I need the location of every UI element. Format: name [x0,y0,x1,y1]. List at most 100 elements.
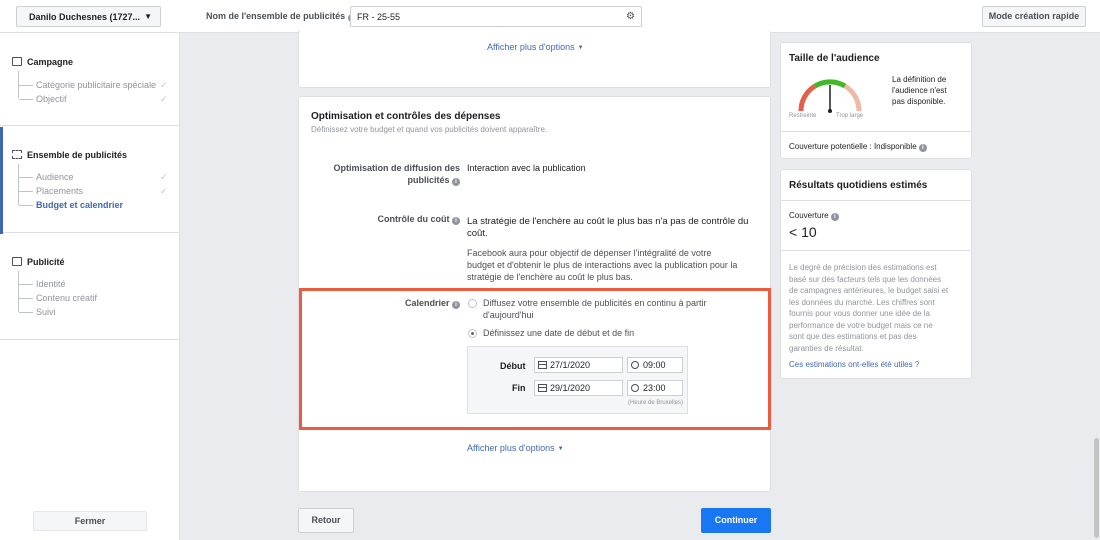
cost-control-description-line: Facebook aura pour objectif de dépenser … [467,248,712,258]
info-icon[interactable]: i [452,178,460,186]
end-date-input[interactable]: 29/1/2020 [534,380,623,396]
end-label: Fin [512,383,526,393]
start-date-value: 27/1/2020 [550,360,591,370]
divider [781,200,971,201]
estimates-note-line: de campagnes antérieures, le budget sais… [789,286,949,295]
end-time-input[interactable]: 23:00 [627,380,683,396]
audience-gauge [798,79,862,113]
coverage-value: < 10 [789,224,817,240]
optimization-label-line: Optimisation de diffusion des [333,163,460,173]
sidebar-item-objective[interactable]: Objectif [19,94,67,104]
info-icon[interactable]: i [452,217,460,225]
sidebar-item-creative[interactable]: Contenu créatif [18,293,97,303]
account-name: Danilo Duchesnes (1727... [29,12,141,22]
audience-description-line: l'audience n'est [892,86,947,95]
caret-down-icon: ▼ [577,45,584,51]
info-icon[interactable]: i [918,144,927,152]
sidebar-item-tracking[interactable]: Suivi [19,307,56,317]
cost-control-label: Contrôle du coût i [310,213,460,225]
quick-creation-button[interactable]: Mode création rapide [982,6,1086,27]
cost-control-description-line: budget et d'obtenir le plus de interacti… [467,260,738,270]
sidebar-item-audience[interactable]: Audience [19,172,74,182]
tree-line [18,164,19,205]
option-continuous-label[interactable]: Diffusez votre ensemble de publicités en… [483,297,706,321]
clock-icon [631,361,639,369]
estimates-note-line: les données du marché. Les chiffres sont [789,297,935,307]
start-time-input[interactable]: 09:00 [627,357,683,373]
option-continuous-line: d'aujourd'hui [483,310,534,320]
option-continuous-line: Diffusez votre ensemble de publicités en… [483,298,707,308]
tree-line [18,271,19,312]
top-bar: Danilo Duchesnes (1727... ▼ Nom de l'ens… [0,0,1100,33]
sidebar-item-budget[interactable]: Budget et calendrier [18,200,123,210]
potential-coverage: Couverture potentielle : Indisponible i [789,141,927,152]
adset-name-label: Nom de l'ensemble de publicités i [206,11,356,22]
active-section-indicator [0,127,3,234]
close-button[interactable]: Fermer [33,511,147,531]
start-time-value: 09:00 [643,360,666,370]
check-icon: ✓ [160,172,168,182]
optimization-label-line: publicités [407,175,450,185]
sidebar-item-placements[interactable]: Placements [18,186,83,196]
estimates-feedback-link[interactable]: Ces estimations ont-elles été utiles ? [789,360,919,369]
ad-icon [12,257,22,266]
schedule-label-text: Calendrier [404,298,450,308]
calendar-icon [538,384,547,392]
check-icon: ✓ [160,80,168,90]
audience-description-line: pas disponible. [892,97,946,106]
sidebar-section-adset: Ensemble de publicités Audience ✓ Placem… [0,127,179,233]
adset-name-value: FR - 25-55 [357,12,401,22]
adset-name-input[interactable]: FR - 25-55 ⚙ [350,6,642,27]
budget-section-title: Optimisation et contrôles des dépenses [311,111,501,122]
info-icon[interactable]: i [452,301,460,309]
gauge-label-right: Trop large [836,113,864,119]
estimates-note-line: garanties de résultat. [789,343,864,353]
audience-description-line: La définition de [892,75,947,84]
continue-button[interactable]: Continuer [701,508,771,533]
optimization-value: Interaction avec la publication [467,163,586,173]
radio-continuous[interactable] [468,299,477,308]
gear-icon[interactable]: ⚙ [626,11,635,22]
audience-size-title: Taille de l'audience [789,53,880,64]
adset-name-label-text: Nom de l'ensemble de publicités [206,11,346,21]
cost-control-value-line: coût. [467,228,488,239]
timezone-note: (Heure de Bruxelles) [628,400,684,406]
show-more-options-link[interactable]: Afficher plus d'options ▼ [487,42,584,52]
cost-control-value: La stratégie de l'enchère au coût le plu… [467,216,748,240]
coverage-label: Couverture i [789,210,839,221]
caret-down-icon: ▼ [557,446,564,452]
audience-size-description: La définition de l'audience n'est pas di… [892,74,947,107]
sidebar-ad-title-text: Publicité [27,257,65,267]
sidebar-campaign-title[interactable]: Campagne [12,57,73,67]
estimates-note-line: sont que des estimations et pas des [789,332,917,341]
clock-icon [631,384,639,392]
sidebar-item-special-category[interactable]: Catégorie publicitaire spéciale [18,80,156,90]
show-more-options-text: Afficher plus d'options [467,443,555,453]
estimates-note-line: performance de votre budget mais ce ne [789,320,933,330]
show-more-options-link[interactable]: Afficher plus d'options ▼ [467,443,564,453]
sidebar-adset-title[interactable]: Ensemble de publicités [12,150,127,160]
end-time-value: 23:00 [643,383,666,393]
check-icon: ✓ [160,94,168,104]
optimization-label: Optimisation de diffusion des publicités… [310,162,460,186]
option-dates-label[interactable]: Définissez une date de début et de fin [483,327,634,339]
back-button[interactable]: Retour [298,508,354,533]
divider [781,250,971,251]
calendar-icon [538,361,547,369]
estimates-note-line: basé sur des facteurs tels que les donné… [789,274,942,284]
estimates-note-line: Le degré de précision des estimations es… [789,263,937,272]
info-icon[interactable]: i [830,213,839,221]
divider [781,131,971,132]
sidebar-ad-title[interactable]: Publicité [12,257,65,267]
sidebar-item-identity[interactable]: Identité [19,279,66,289]
scrollbar[interactable] [1094,438,1099,538]
estimates-note-line: fournis pour vous donner une idée de la [789,309,930,318]
show-more-options-text: Afficher plus d'options [487,42,575,52]
gauge-label-left: Restreinte [789,113,817,119]
check-icon: ✓ [160,186,168,196]
sidebar-adset-title-text: Ensemble de publicités [27,150,128,160]
account-selector[interactable]: Danilo Duchesnes (1727... ▼ [16,6,161,27]
sidebar-section-campaign: Campagne Catégorie publicitaire spéciale… [0,33,179,126]
start-date-input[interactable]: 27/1/2020 [534,357,623,373]
radio-dates[interactable] [468,329,477,338]
